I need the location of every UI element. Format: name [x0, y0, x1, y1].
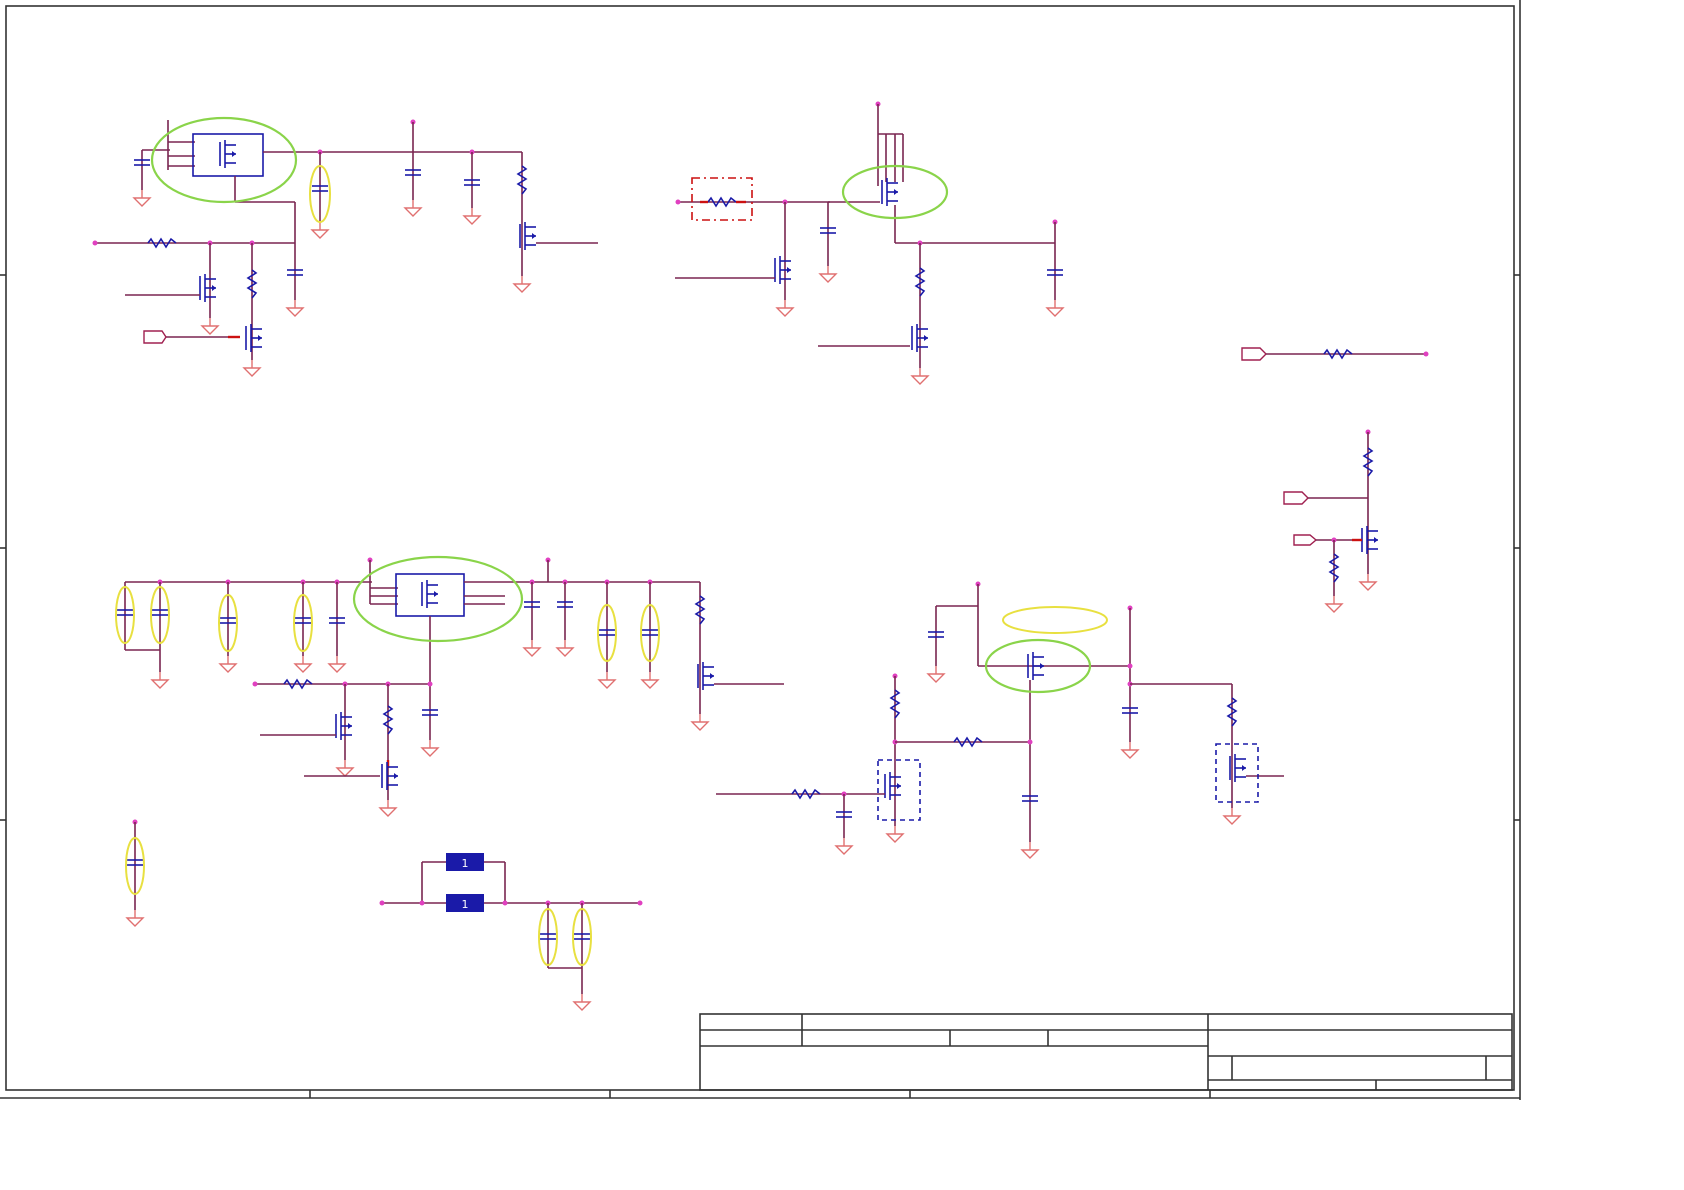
- fuse-2-label: 1: [462, 898, 469, 911]
- sheet-frame: [0, 0, 1521, 1100]
- circuit-top-center: [675, 101, 1064, 385]
- circuit-right: [1241, 347, 1429, 613]
- schematic-sheet: 1 1: [0, 0, 1521, 1100]
- annotation-yellow-ellipses: [115, 165, 1108, 966]
- circuit-bottom-right: [716, 581, 1284, 859]
- fuse-1-label: 1: [462, 857, 469, 870]
- title-block: [699, 1013, 1513, 1091]
- circuit-fuses: 1 1: [126, 819, 643, 1011]
- annotation-dashed-boxes: [691, 177, 1259, 821]
- circuit-top-left: [92, 119, 598, 377]
- circuit-bottom-left: [116, 557, 784, 817]
